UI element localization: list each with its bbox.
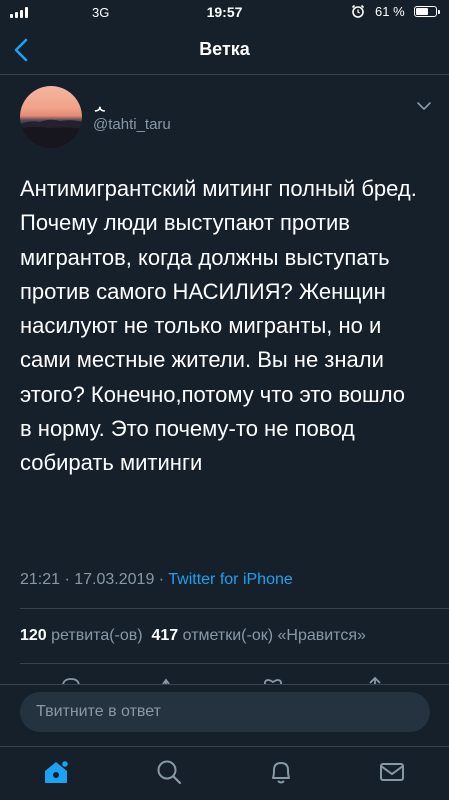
likes-stat[interactable]: 417 отметки(-ок) «Нравится» (152, 627, 366, 644)
page-title: Ветка (199, 39, 250, 59)
nav-bar: Ветка (0, 26, 449, 75)
status-bar: 3G 19:57 61 % (0, 0, 449, 26)
alarm-icon (351, 4, 365, 18)
likes-label: отметки(-ок) «Нравится» (178, 627, 366, 644)
avatar-landscape (20, 119, 82, 148)
bell-icon[interactable] (266, 757, 296, 787)
home-icon[interactable] (41, 757, 71, 787)
reply-input[interactable] (20, 692, 430, 732)
search-icon[interactable] (154, 757, 184, 787)
tweet-source-link[interactable]: Twitter for iPhone (168, 571, 293, 588)
battery-fill (416, 8, 428, 15)
divider (20, 663, 449, 664)
divider (20, 608, 449, 609)
tweet-timestamp: 21:21 · 17.03.2019 · (20, 571, 169, 588)
chevron-down-icon[interactable] (416, 100, 432, 112)
envelope-icon[interactable] (377, 757, 407, 787)
tweet-text: Антимигрантский митинг полный бред. Поче… (20, 176, 417, 476)
battery-percent: 61 % (375, 4, 405, 19)
author-handle[interactable]: @tahti_taru (93, 116, 171, 133)
retweets-stat[interactable]: 120 ретвита(-ов) (20, 627, 143, 644)
reply-bar (0, 684, 449, 746)
tweet-meta: 21:21 · 17.03.2019 · Twitter for iPhone (20, 571, 293, 589)
likes-count: 417 (151, 627, 179, 644)
avatar[interactable] (20, 86, 82, 148)
tweet-stats: 120 ретвита(-ов) 417 отметки(-ок) «Нрави… (20, 627, 366, 645)
retweets-label: ретвита(-ов) (46, 627, 143, 644)
retweets-count: 120 (20, 627, 47, 644)
author-name[interactable]: ᆺ (93, 94, 107, 115)
tab-bar (0, 746, 449, 800)
battery-icon (414, 6, 440, 17)
